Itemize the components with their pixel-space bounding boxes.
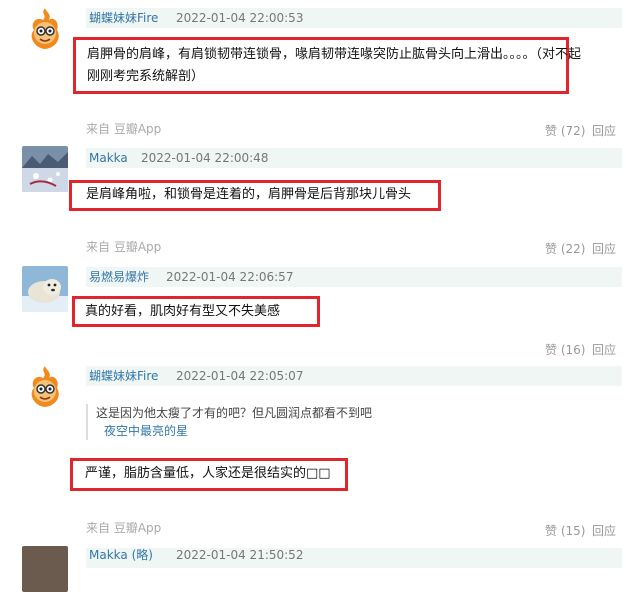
- like-button[interactable]: 赞 (72): [545, 122, 585, 140]
- winter-landscape-avatar-icon: [22, 146, 68, 192]
- source-app-link[interactable]: 豆瓣App: [114, 240, 161, 254]
- avatar[interactable]: [22, 6, 68, 52]
- source-prefix: 来自: [86, 122, 111, 136]
- author-link[interactable]: 蝴蝶妹妹Fire: [89, 366, 158, 386]
- comment-source: 来自 豆瓣App: [86, 519, 161, 537]
- cartoon-avatar-icon: [22, 6, 68, 52]
- comment-time: 2022-01-04 22:05:07: [176, 369, 304, 383]
- cartoon-avatar-icon: [22, 364, 68, 410]
- comment-header: [86, 8, 622, 28]
- avatar[interactable]: [22, 146, 68, 192]
- source-prefix: 来自: [86, 521, 111, 535]
- avatar[interactable]: [22, 364, 68, 410]
- author-link[interactable]: 蝴蝶妹妹Fire: [89, 8, 158, 28]
- like-button[interactable]: 赞 (16): [545, 341, 585, 359]
- avatar[interactable]: [22, 266, 68, 312]
- reply-button[interactable]: 回应: [592, 240, 616, 258]
- comment-text: 真的好看，肌肉好有型又不失美感: [85, 304, 281, 319]
- comment-time: 2022-01-04 22:00:53: [176, 11, 304, 25]
- comment-header: [86, 548, 622, 568]
- comment-source: 来自 豆瓣App: [86, 120, 161, 138]
- quote-author-link[interactable]: 夜空中最亮的星: [96, 422, 372, 440]
- like-button[interactable]: 赞 (15): [545, 522, 585, 540]
- author-link[interactable]: Makka: [89, 148, 128, 168]
- comment-text: 严谨，脂肪含量低，人家还是很结实的□□: [85, 466, 331, 481]
- author-link[interactable]: 易燃易爆炸: [89, 267, 149, 287]
- like-button[interactable]: 赞 (22): [545, 240, 585, 258]
- comment-time: 2022-01-04 21:50:52: [176, 548, 304, 562]
- comment-header: [86, 366, 622, 386]
- author-link[interactable]: Makka (略): [89, 545, 153, 565]
- comment-text: 是肩峰角啦，和锁骨是连着的，肩胛骨是后背那块儿骨头: [86, 187, 412, 202]
- source-app-link[interactable]: 豆瓣App: [114, 122, 161, 136]
- reply-button[interactable]: 回应: [592, 522, 616, 540]
- comment-time: 2022-01-04 22:06:57: [166, 270, 294, 284]
- source-app-link[interactable]: 豆瓣App: [114, 521, 161, 535]
- source-prefix: 来自: [86, 240, 111, 254]
- quoted-comment: 这是因为他太瘦了才有的吧？但凡圆润点都看不到吧 夜空中最亮的星: [86, 404, 372, 440]
- comment-source: 来自 豆瓣App: [86, 238, 161, 256]
- comment-text-line: 刚刚考完系统解剖）: [87, 69, 205, 84]
- comment-time: 2022-01-04 22:00:48: [141, 151, 269, 165]
- reply-button[interactable]: 回应: [592, 341, 616, 359]
- comment-text-line: 肩胛骨的肩峰，有肩锁韧带连锁骨，喙肩韧带连喙突防止肱骨头向上滑出。。。。（对不起: [87, 47, 582, 62]
- quote-text: 这是因为他太瘦了才有的吧？但凡圆润点都看不到吧: [96, 406, 373, 420]
- reply-button[interactable]: 回应: [592, 122, 616, 140]
- avatar[interactable]: [22, 546, 68, 592]
- seal-avatar-icon: [22, 266, 68, 312]
